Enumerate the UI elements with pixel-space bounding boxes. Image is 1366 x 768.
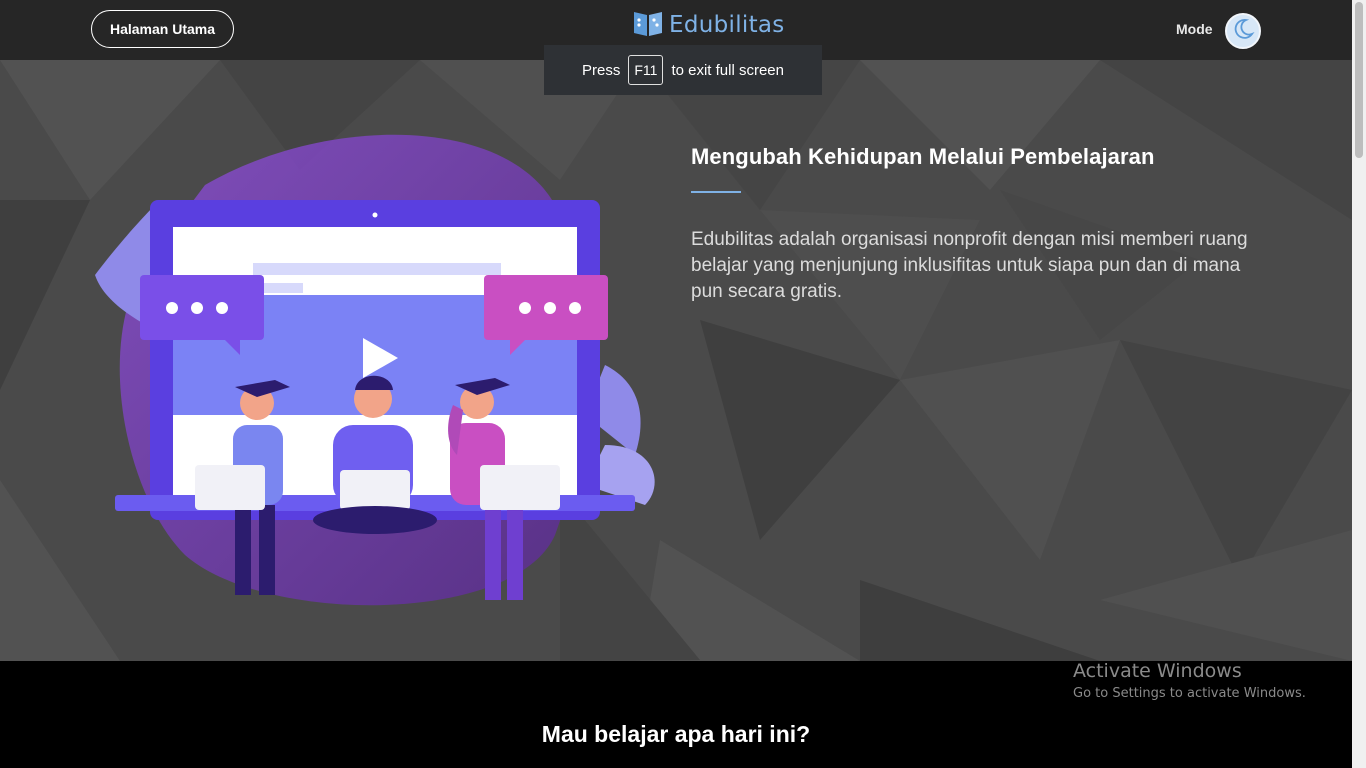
section-heading: Mau belajar apa hari ini? [541,721,811,747]
book-icon [633,9,663,42]
f11-key: F11 [628,55,664,85]
students-learning-illustration [95,134,655,606]
hero-description: Edubilitas adalah organisasi nonprofit d… [691,229,1248,302]
page-scrollbar[interactable] [1352,0,1366,768]
scrollbar-thumb[interactable] [1355,2,1363,158]
brand-logo[interactable]: Edubilitas [633,10,785,40]
mode-toggle-button[interactable] [1225,13,1261,49]
brand-name: Edubilitas [669,12,785,38]
home-button[interactable]: Halaman Utama [91,10,234,48]
moon-icon [1231,17,1255,46]
mode-label: Mode [1176,21,1213,37]
title-underline [691,191,741,193]
fullscreen-notice-suffix: to exit full screen [671,61,784,79]
activate-windows-subtitle: Go to Settings to activate Windows. [1073,686,1306,701]
hero-section: Mengubah Kehidupan Melalui Pembelajaran … [0,60,1352,661]
hero-title: Mengubah Kehidupan Melalui Pembelajaran [691,144,1155,169]
fullscreen-notice-prefix: Press [582,61,621,79]
windows-activation-watermark: Activate Windows Go to Settings to activ… [1073,660,1306,701]
activate-windows-title: Activate Windows [1073,660,1242,682]
fullscreen-notice: Press F11 to exit full screen [544,45,822,95]
